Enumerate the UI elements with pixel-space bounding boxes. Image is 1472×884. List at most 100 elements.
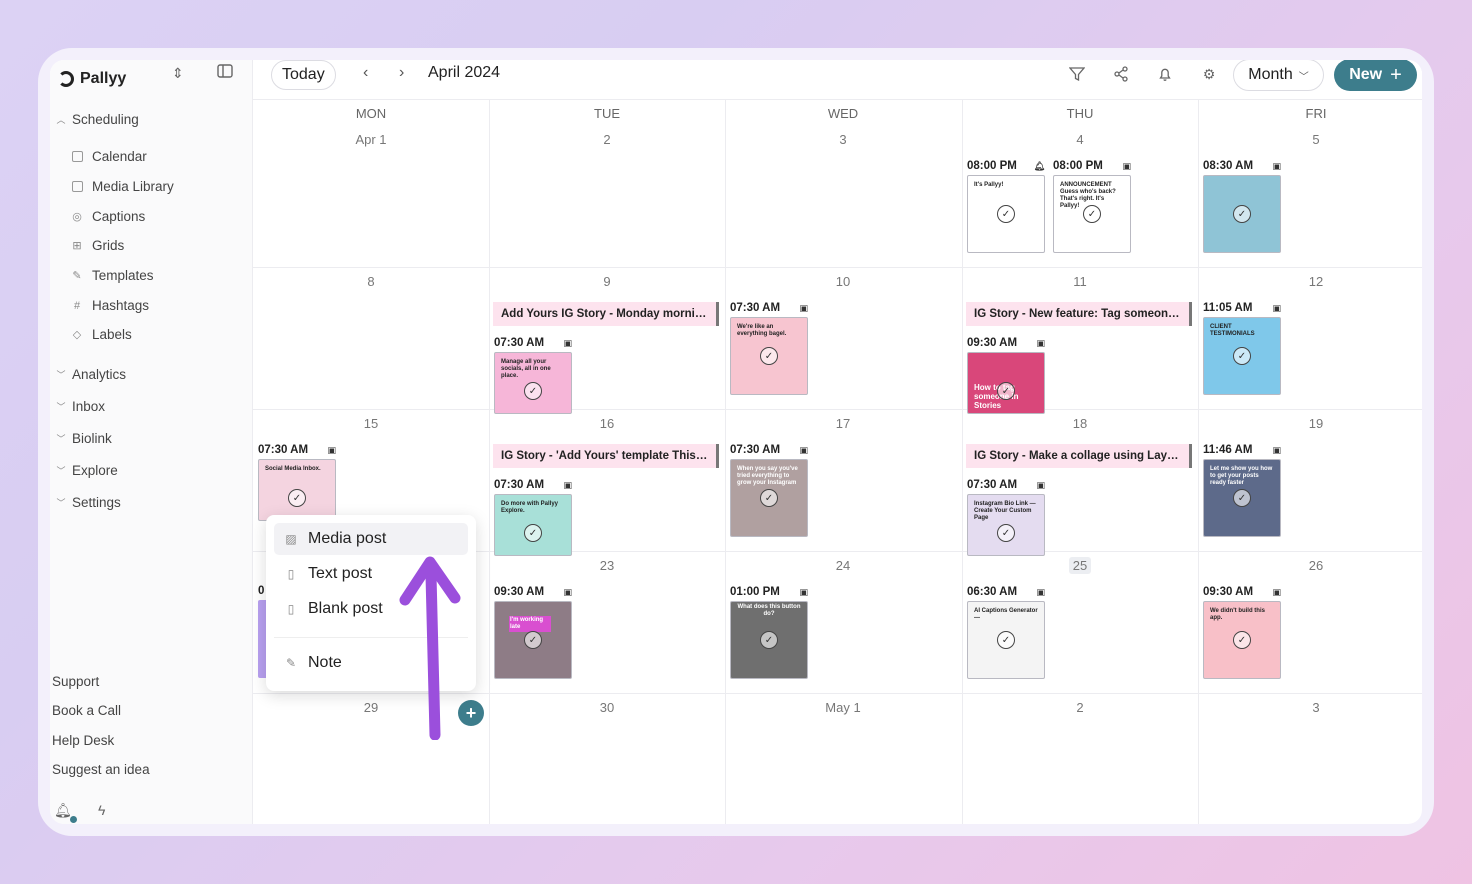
next-month-button[interactable]: › bbox=[399, 64, 404, 82]
lightning-icon[interactable]: ϟ bbox=[98, 802, 105, 818]
sidebar-item-templates[interactable]: ✎ Templates bbox=[70, 268, 153, 283]
sidebar-item-label: Calendar bbox=[92, 149, 147, 164]
scheduled-post[interactable]: 08:00 PM 🔔︎ It's Pallyy! ✓ bbox=[967, 159, 1045, 253]
post-thumbnail: What does this button do? ✓ bbox=[730, 601, 808, 679]
bell-icon[interactable] bbox=[1156, 65, 1174, 83]
check-icon: ✓ bbox=[997, 382, 1015, 400]
image-type-icon: ▣ bbox=[1036, 586, 1045, 597]
app-window: Pallyy ⇕ ︿ Scheduling Calendar Media Lib… bbox=[50, 60, 1422, 824]
prev-month-button[interactable]: ‹ bbox=[363, 64, 368, 82]
image-type-icon: ▣ bbox=[799, 444, 808, 455]
file-icon: ▯ bbox=[287, 602, 295, 616]
post-time: 07:30 AM bbox=[494, 337, 545, 349]
sidebar-toggle-icon[interactable] bbox=[217, 64, 233, 81]
day-header-fri: FRI bbox=[1305, 106, 1327, 121]
section-inbox[interactable]: ﹀ Inbox bbox=[56, 399, 105, 414]
day-header-thu: THU bbox=[1066, 106, 1094, 121]
story-bar[interactable]: IG Story - Make a collage using Layo... bbox=[966, 444, 1192, 468]
check-icon: ✓ bbox=[1233, 489, 1251, 507]
day-number: Apr 1 bbox=[355, 132, 387, 147]
post-thumbnail-text: Manage all your socials, all in one plac… bbox=[501, 359, 551, 379]
post-time: 09:30 AM bbox=[967, 337, 1018, 349]
image-type-icon: ▣ bbox=[1036, 479, 1045, 490]
chevron-down-icon: ﹀ bbox=[1298, 71, 1309, 83]
check-icon: ✓ bbox=[1233, 205, 1251, 223]
sidebar-item-label: Media Library bbox=[92, 179, 174, 194]
day-number: 3 bbox=[1312, 700, 1320, 715]
today-number: 25 bbox=[1068, 557, 1092, 574]
share-icon[interactable] bbox=[1112, 65, 1130, 83]
scheduled-post[interactable]: 07:30 AM ▣ Instagram Bio Link — Create Yo… bbox=[967, 478, 1045, 556]
logo[interactable]: Pallyy bbox=[58, 66, 126, 92]
section-settings[interactable]: ﹀ Settings bbox=[56, 495, 120, 510]
scheduled-post[interactable]: 11:46 AM ▣ Let me show you how to get you… bbox=[1203, 443, 1281, 537]
book-call-link[interactable]: Book a Call bbox=[52, 703, 121, 718]
section-biolink[interactable]: ﹀ Biolink bbox=[56, 431, 111, 446]
section-label: Explore bbox=[72, 463, 118, 478]
menu-item-label: Text post bbox=[308, 565, 373, 582]
section-scheduling[interactable]: ︿ Scheduling bbox=[56, 112, 138, 127]
sidebar-item-label: Grids bbox=[92, 238, 125, 253]
suggest-idea-link[interactable]: Suggest an idea bbox=[52, 762, 150, 777]
day-number: 11 bbox=[1073, 274, 1087, 289]
story-bar[interactable]: Add Yours IG Story - Monday mornin... bbox=[493, 302, 719, 326]
scheduled-post[interactable]: 07:30 AM ▣ Do more with Pallyy Explore. ✓ bbox=[494, 478, 572, 556]
post-thumbnail: How to tag someone in Stories ✓ bbox=[967, 352, 1045, 414]
chevron-down-icon: ﹀ bbox=[56, 498, 66, 508]
sidebar-item-captions[interactable]: ◎ Captions bbox=[70, 209, 145, 224]
scheduled-post[interactable]: 07:30 AM ▣ When you say you've tried ever… bbox=[730, 443, 808, 537]
scheduled-post[interactable]: 09:30 AM ▣ How to tag someone in Stories ✓ bbox=[967, 336, 1045, 414]
annotation-arrow-icon bbox=[399, 556, 461, 740]
workspace-switcher-icon[interactable]: ⇕ bbox=[172, 65, 184, 82]
post-time: 07:30 AM bbox=[967, 479, 1018, 491]
section-explore[interactable]: ﹀ Explore bbox=[56, 463, 118, 478]
story-bar[interactable]: IG Story - New feature: Tag someone... bbox=[966, 302, 1192, 326]
check-icon: ✓ bbox=[1233, 631, 1251, 649]
day-number: 4 bbox=[1076, 132, 1084, 147]
image-type-icon: ▣ bbox=[1272, 302, 1281, 313]
story-bar[interactable]: IG Story - 'Add Yours' template This a..… bbox=[493, 444, 719, 468]
scheduled-post[interactable]: 09:30 AM ▣ I'm working late ✓ bbox=[494, 585, 572, 679]
post-thumbnail: We're like an everything bagel. ✓ bbox=[730, 317, 808, 395]
post-thumbnail-text: We didn't build this app. bbox=[1210, 608, 1265, 621]
post-thumbnail-text: When you say you've tried everything to … bbox=[737, 466, 798, 486]
sidebar-item-calendar[interactable]: Calendar bbox=[70, 149, 147, 164]
check-icon: ✓ bbox=[288, 489, 306, 507]
today-button[interactable]: Today bbox=[271, 60, 336, 90]
image-type-icon: ▣ bbox=[799, 302, 808, 313]
scheduled-post[interactable]: 08:00 PM ▣ ANNOUNCEMENT Guess who's back?… bbox=[1053, 159, 1131, 253]
scheduled-post[interactable]: 11:05 AM ▣ CLIENT TESTIMONIALS ✓ bbox=[1203, 301, 1281, 395]
bell-icon[interactable]: 🔔︎ bbox=[54, 802, 72, 819]
gear-icon[interactable]: ⚙ bbox=[1200, 65, 1218, 83]
sidebar-item-grids[interactable]: ⊞ Grids bbox=[70, 238, 124, 253]
help-desk-link[interactable]: Help Desk bbox=[52, 733, 114, 748]
support-link[interactable]: Support bbox=[52, 674, 99, 689]
scheduled-post[interactable]: 08:30 AM ▣ ✓ bbox=[1203, 159, 1281, 253]
sidebar-item-label: Labels bbox=[92, 327, 132, 342]
day-number: May 1 bbox=[825, 700, 861, 715]
scheduled-post[interactable]: 06:30 AM ▣ AI Captions Generator — ✓ bbox=[967, 585, 1045, 679]
day-number: 23 bbox=[599, 558, 615, 573]
view-select-label: Month bbox=[1248, 66, 1293, 83]
new-button[interactable]: New + bbox=[1334, 60, 1417, 91]
scheduled-post[interactable]: 07:30 AM ▣ Social Media Inbox. ✓ bbox=[258, 443, 336, 521]
chevron-down-icon: ﹀ bbox=[56, 370, 66, 380]
image-type-icon: ▣ bbox=[1122, 160, 1131, 171]
scheduled-post[interactable]: 07:30 AM ▣ We're like an everything bagel… bbox=[730, 301, 808, 395]
section-label: Inbox bbox=[72, 399, 106, 414]
scheduled-post[interactable]: 01:00 PM ▣ What does this button do? ✓ bbox=[730, 585, 808, 679]
sidebar-item-labels[interactable]: ◇ Labels bbox=[70, 327, 132, 342]
scheduled-post[interactable]: 07:30 AM ▣ Manage all your socials, all i… bbox=[494, 336, 572, 414]
sidebar-item-hashtags[interactable]: # Hashtags bbox=[70, 298, 149, 313]
check-icon: ✓ bbox=[997, 524, 1015, 542]
view-select[interactable]: Month ﹀ bbox=[1233, 60, 1324, 91]
post-thumbnail-text: Instagram Bio Link — Create Your Custom … bbox=[974, 501, 1036, 521]
chevron-down-icon: ﹀ bbox=[56, 434, 66, 444]
sidebar-item-media-library[interactable]: Media Library bbox=[70, 179, 174, 194]
scheduled-post[interactable]: 09:30 AM ▣ We didn't build this app. ✓ bbox=[1203, 585, 1281, 679]
post-thumbnail-text: AI Captions Generator — bbox=[974, 608, 1038, 621]
section-analytics[interactable]: ﹀ Analytics bbox=[56, 367, 126, 382]
filter-icon[interactable] bbox=[1068, 65, 1086, 83]
sidebar-item-label: Hashtags bbox=[92, 298, 150, 313]
chevron-down-icon: ﹀ bbox=[56, 466, 66, 476]
